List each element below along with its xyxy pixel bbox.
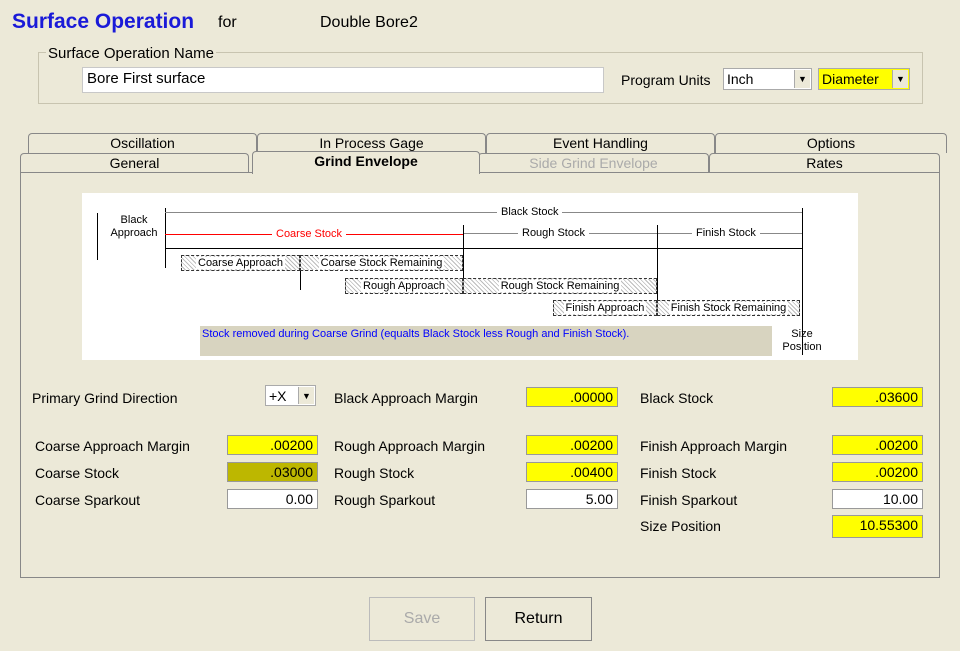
finish-sparkout-input[interactable]: 10.00 [832,489,923,509]
black-approach-label: Black Approach [110,214,158,239]
coarse-stock-input[interactable]: .03000 [227,462,318,482]
program-units-label: Program Units [621,72,711,88]
tab-options[interactable]: Options [715,133,947,153]
finish-sparkout-label: Finish Sparkout [640,492,738,508]
chevron-down-icon: ▼ [298,387,314,404]
tab-oscillation[interactable]: Oscillation [28,133,257,153]
coarse-sparkout-label: Coarse Sparkout [35,492,141,508]
rough-approach-margin-input[interactable]: .00200 [526,435,618,455]
return-button[interactable]: Return [485,597,592,641]
size-position-input[interactable]: 10.55300 [832,515,923,538]
black-stock-label: Black Stock [497,206,563,218]
page-title: Surface Operation [12,10,195,33]
tab-rates[interactable]: Rates [709,153,940,173]
units-value: Inch [727,71,754,87]
surface-operation-name-input[interactable]: Bore First surface [82,67,604,93]
coarse-stock-label: Coarse Stock [272,228,347,240]
coarse-approach-box: Coarse Approach [181,255,300,271]
save-button[interactable]: Save [369,597,475,641]
tab-general[interactable]: General [20,153,249,173]
finish-stock-label: Finish Stock [692,227,760,239]
panel-top-border [20,172,940,173]
black-approach-margin-label: Black Approach Margin [334,390,478,406]
coarse-stock-label: Coarse Stock [35,465,120,481]
tab-event-handling[interactable]: Event Handling [486,133,715,153]
tab-side-grind-envelope[interactable]: Side Grind Envelope [478,153,709,173]
tab-in-process-gage[interactable]: In Process Gage [257,133,486,153]
size-position-label: Size Position [782,328,822,353]
coarse-sparkout-input[interactable]: 0.00 [227,489,318,509]
primary-grind-direction-select[interactable]: +X ▼ [265,385,316,406]
for-label: for [218,14,237,31]
units-select[interactable]: Inch ▼ [723,68,812,90]
finish-stock-label: Finish Stock [640,465,717,481]
name-group-label: Surface Operation Name [46,45,216,62]
operation-name: Double Bore2 [320,14,418,31]
coarse-approach-margin-label: Coarse Approach Margin [35,438,190,454]
finish-stock-remaining-box: Finish Stock Remaining [657,300,800,316]
black-stock-label: Black Stock [640,390,714,406]
coarse-approach-margin-input[interactable]: .00200 [227,435,318,455]
tab-grind-envelope[interactable]: Grind Envelope [252,151,480,174]
rough-stock-label: Rough Stock [334,465,415,481]
rough-sparkout-input[interactable]: 5.00 [526,489,618,509]
primary-grind-direction-label: Primary Grind Direction [32,390,178,406]
finish-stock-input[interactable]: .00200 [832,462,923,482]
rough-stock-remaining-box: Rough Stock Remaining [463,278,657,294]
grind-envelope-diagram: Black Approach Black Stock Coarse Stock … [82,193,858,360]
rough-approach-margin-label: Rough Approach Margin [334,438,485,454]
chevron-down-icon: ▼ [892,70,908,88]
rough-sparkout-label: Rough Sparkout [334,492,436,508]
mode-select[interactable]: Diameter ▼ [818,68,910,90]
rough-stock-label: Rough Stock [518,227,589,239]
coarse-stock-remaining-box: Coarse Stock Remaining [300,255,463,271]
finish-approach-margin-input[interactable]: .00200 [832,435,923,455]
finish-approach-margin-label: Finish Approach Margin [640,438,788,454]
size-position-field-label: Size Position [640,518,721,534]
rough-stock-input[interactable]: .00400 [526,462,618,482]
rough-approach-box: Rough Approach [345,278,463,294]
finish-approach-box: Finish Approach [553,300,657,316]
mode-value: Diameter [822,71,879,87]
black-approach-margin-input[interactable]: .00000 [526,387,618,407]
diagram-note: Stock removed during Coarse Grind (equal… [200,326,772,356]
chevron-down-icon: ▼ [794,70,810,88]
black-stock-input[interactable]: .03600 [832,387,923,407]
